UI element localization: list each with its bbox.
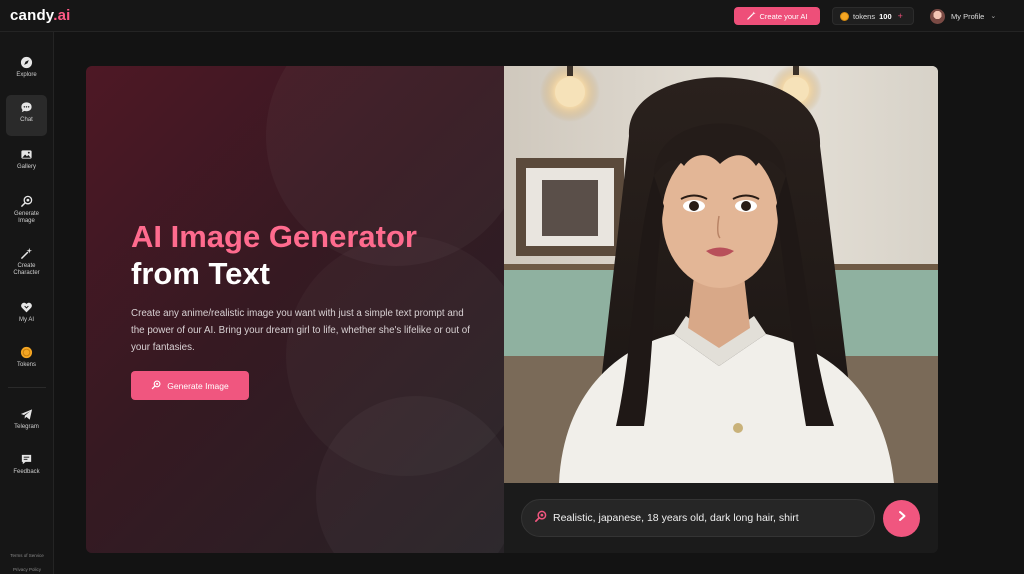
prompt-bar: Realistic, japanese, 18 years old, dark …: [504, 483, 938, 553]
sidebar-item-label: Generate Image: [13, 211, 40, 224]
generated-portrait-illustration: [504, 66, 938, 483]
logo-suffix: .ai: [53, 7, 71, 24]
hero-text-panel: AI Image Generator from Text Create any …: [86, 66, 504, 553]
sidebar-item-label: Chat: [20, 117, 33, 123]
generate-image-icon: [534, 510, 547, 526]
hero-title: AI Image Generator from Text: [131, 218, 417, 292]
magic-wand-icon: [20, 246, 34, 260]
create-your-ai-label: Create your AI: [759, 11, 808, 21]
sidebar-item-create-character[interactable]: Create Character: [6, 241, 47, 285]
hero-title-line2: from Text: [131, 256, 270, 291]
sidebar-item-telegram[interactable]: Telegram: [6, 402, 47, 440]
chevron-down-icon: ⌄: [990, 13, 997, 20]
sidebar-item-label: Tokens: [16, 362, 36, 368]
sidebar-item-label: My AI: [18, 317, 34, 323]
sidebar-item-label: Gallery: [16, 164, 36, 170]
heart-icon: [20, 300, 34, 314]
prompt-text: Realistic, japanese, 18 years old, dark …: [553, 512, 799, 524]
add-tokens-icon[interactable]: +: [898, 11, 903, 21]
profile-menu[interactable]: My Profile ⌄: [930, 7, 996, 25]
create-your-ai-button[interactable]: Create your AI: [734, 7, 820, 25]
tokens-count: 100: [879, 11, 892, 21]
tokens-pill[interactable]: tokens 100 +: [832, 7, 914, 25]
hero-description: Create any anime/realistic image you wan…: [131, 308, 470, 353]
generate-image-icon: [151, 380, 161, 392]
avatar: [930, 8, 945, 24]
privacy-policy-link[interactable]: Privacy Policy: [0, 567, 54, 572]
hero-card: AI Image Generator from Text Create any …: [86, 66, 938, 553]
sidebar-item-chat[interactable]: Chat: [6, 95, 47, 136]
generate-image-icon: [20, 194, 34, 208]
chevron-right-icon: [895, 509, 909, 528]
gallery-icon: [20, 147, 34, 161]
compass-icon: [20, 55, 34, 69]
logo[interactable]: candy.ai: [10, 7, 71, 24]
coin-icon: [840, 11, 849, 21]
magic-wand-icon: [746, 10, 756, 22]
generate-image-button[interactable]: Generate Image: [131, 371, 249, 400]
chat-bubble-icon: [20, 100, 34, 114]
sidebar-item-explore[interactable]: Explore: [6, 50, 47, 88]
tokens-label: tokens: [853, 11, 876, 21]
sidebar-item-label: Create Character: [13, 263, 40, 276]
hero-title-line1: AI Image Generator: [131, 219, 417, 254]
sidebar: Explore Chat Gallery Generate Image Crea…: [0, 32, 54, 574]
sidebar-item-label: Telegram: [14, 424, 39, 430]
feedback-icon: [20, 452, 34, 466]
sidebar-item-gallery[interactable]: Gallery: [6, 142, 47, 182]
top-bar: candy.ai Create your AI tokens 100 + My …: [0, 0, 1024, 32]
telegram-icon: [20, 407, 34, 421]
sidebar-item-feedback[interactable]: Feedback: [6, 447, 47, 485]
logo-name: candy: [10, 7, 54, 24]
profile-label: My Profile: [951, 11, 985, 21]
sidebar-item-tokens[interactable]: Tokens: [6, 340, 47, 378]
coin-icon: [20, 345, 34, 359]
submit-prompt-button[interactable]: [883, 500, 920, 537]
prompt-input[interactable]: Realistic, japanese, 18 years old, dark …: [521, 499, 875, 537]
sidebar-divider: [8, 387, 46, 388]
sidebar-item-generate-image[interactable]: Generate Image: [6, 189, 47, 233]
generate-image-label: Generate Image: [167, 380, 229, 391]
generated-image: [504, 66, 938, 483]
sidebar-item-my-ai[interactable]: My AI: [6, 295, 47, 333]
terms-of-service-link[interactable]: Terms of Service: [0, 553, 54, 558]
sidebar-item-label: Explore: [16, 72, 37, 78]
sidebar-item-label: Feedback: [13, 469, 40, 475]
